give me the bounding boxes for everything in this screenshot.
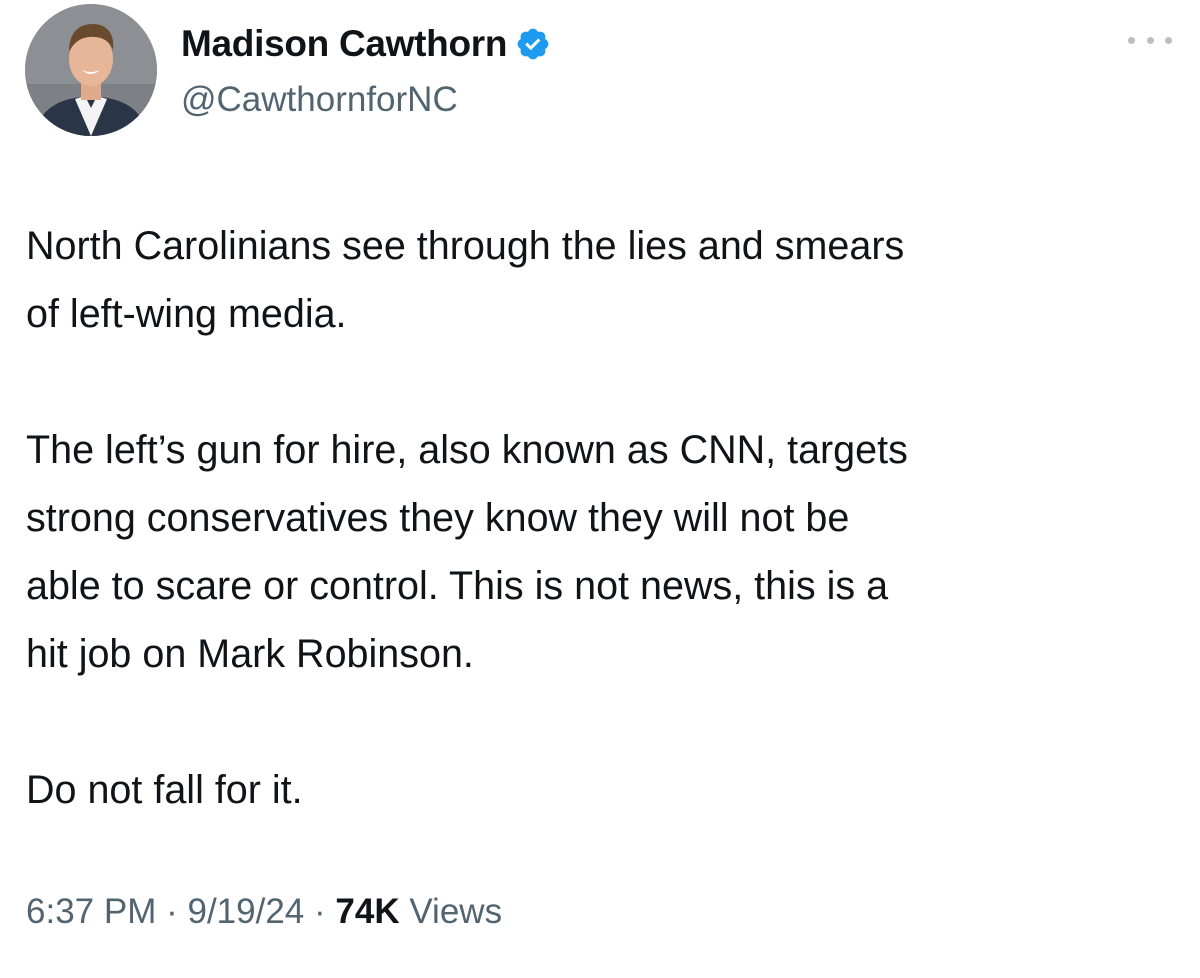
tweet-paragraph: North Carolinians see through the lies a… bbox=[26, 224, 905, 336]
tweet-time[interactable]: 6:37 PM bbox=[26, 892, 156, 931]
tweet-date[interactable]: 9/19/24 bbox=[187, 892, 304, 931]
more-dot bbox=[1165, 36, 1172, 44]
views-count: 74K bbox=[335, 892, 400, 931]
tweet-card: Madison Cawthorn @CawthornforNC North Ca… bbox=[0, 0, 1200, 978]
author-name-row: Madison Cawthorn bbox=[181, 20, 551, 68]
profile-photo bbox=[25, 4, 157, 136]
author-handle[interactable]: @CawthornforNC bbox=[181, 80, 458, 120]
tweet-paragraph: The left’s gun for hire, also known as C… bbox=[26, 428, 908, 676]
author-display-name[interactable]: Madison Cawthorn bbox=[181, 23, 507, 65]
more-dot bbox=[1128, 36, 1135, 44]
avatar[interactable] bbox=[25, 4, 157, 136]
tweet-meta: 6:37 PM · 9/19/24 · 74K Views bbox=[26, 892, 502, 932]
tweet-paragraph: Do not fall for it. bbox=[26, 768, 303, 812]
more-dot bbox=[1146, 36, 1154, 44]
more-horizontal-icon[interactable] bbox=[1128, 28, 1172, 52]
meta-separator: · bbox=[166, 892, 178, 931]
meta-separator: · bbox=[314, 892, 326, 931]
verified-badge-icon bbox=[515, 26, 551, 62]
views-label: Views bbox=[409, 892, 503, 931]
